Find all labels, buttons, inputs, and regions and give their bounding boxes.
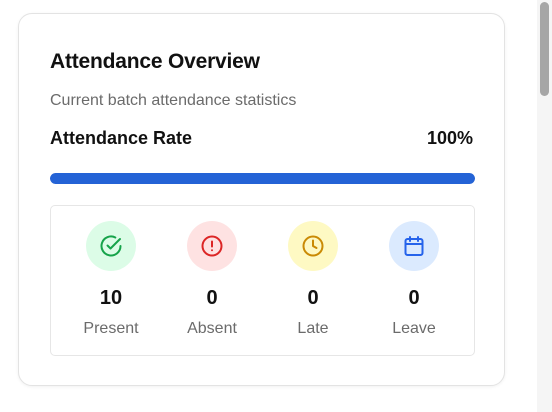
page: Attendance Overview Current batch attend… [0, 0, 552, 412]
card-subtitle: Current batch attendance statistics [50, 92, 297, 109]
clock-icon [288, 221, 338, 271]
calendar-icon [389, 221, 439, 271]
attendance-overview-card: Attendance Overview Current batch attend… [18, 13, 505, 386]
check-circle-icon [86, 221, 136, 271]
scrollbar-thumb[interactable] [540, 2, 549, 96]
stat-leave: 0 Leave [369, 206, 459, 357]
card-title: Attendance Overview [50, 50, 260, 73]
stat-label: Late [297, 320, 329, 337]
stat-absent: 0 Absent [167, 206, 257, 357]
attendance-progress-fill [50, 173, 475, 184]
stats-grid: 10 Present 0 Absent 0 Late 0 Leave [50, 205, 475, 356]
stat-count: 0 [307, 287, 319, 309]
attendance-progress-bar [50, 173, 475, 184]
stat-late: 0 Late [268, 206, 358, 357]
stat-label: Absent [187, 320, 237, 337]
stat-label: Leave [392, 320, 436, 337]
attendance-rate-value: 100% [426, 128, 473, 148]
vertical-scrollbar[interactable] [537, 0, 552, 412]
stat-present: 10 Present [66, 206, 156, 357]
alert-circle-icon [187, 221, 237, 271]
attendance-rate-label: Attendance Rate [50, 128, 193, 148]
stat-count: 10 [99, 287, 123, 309]
stat-label: Present [83, 320, 139, 337]
stat-count: 0 [408, 287, 420, 309]
stat-count: 0 [206, 287, 218, 309]
